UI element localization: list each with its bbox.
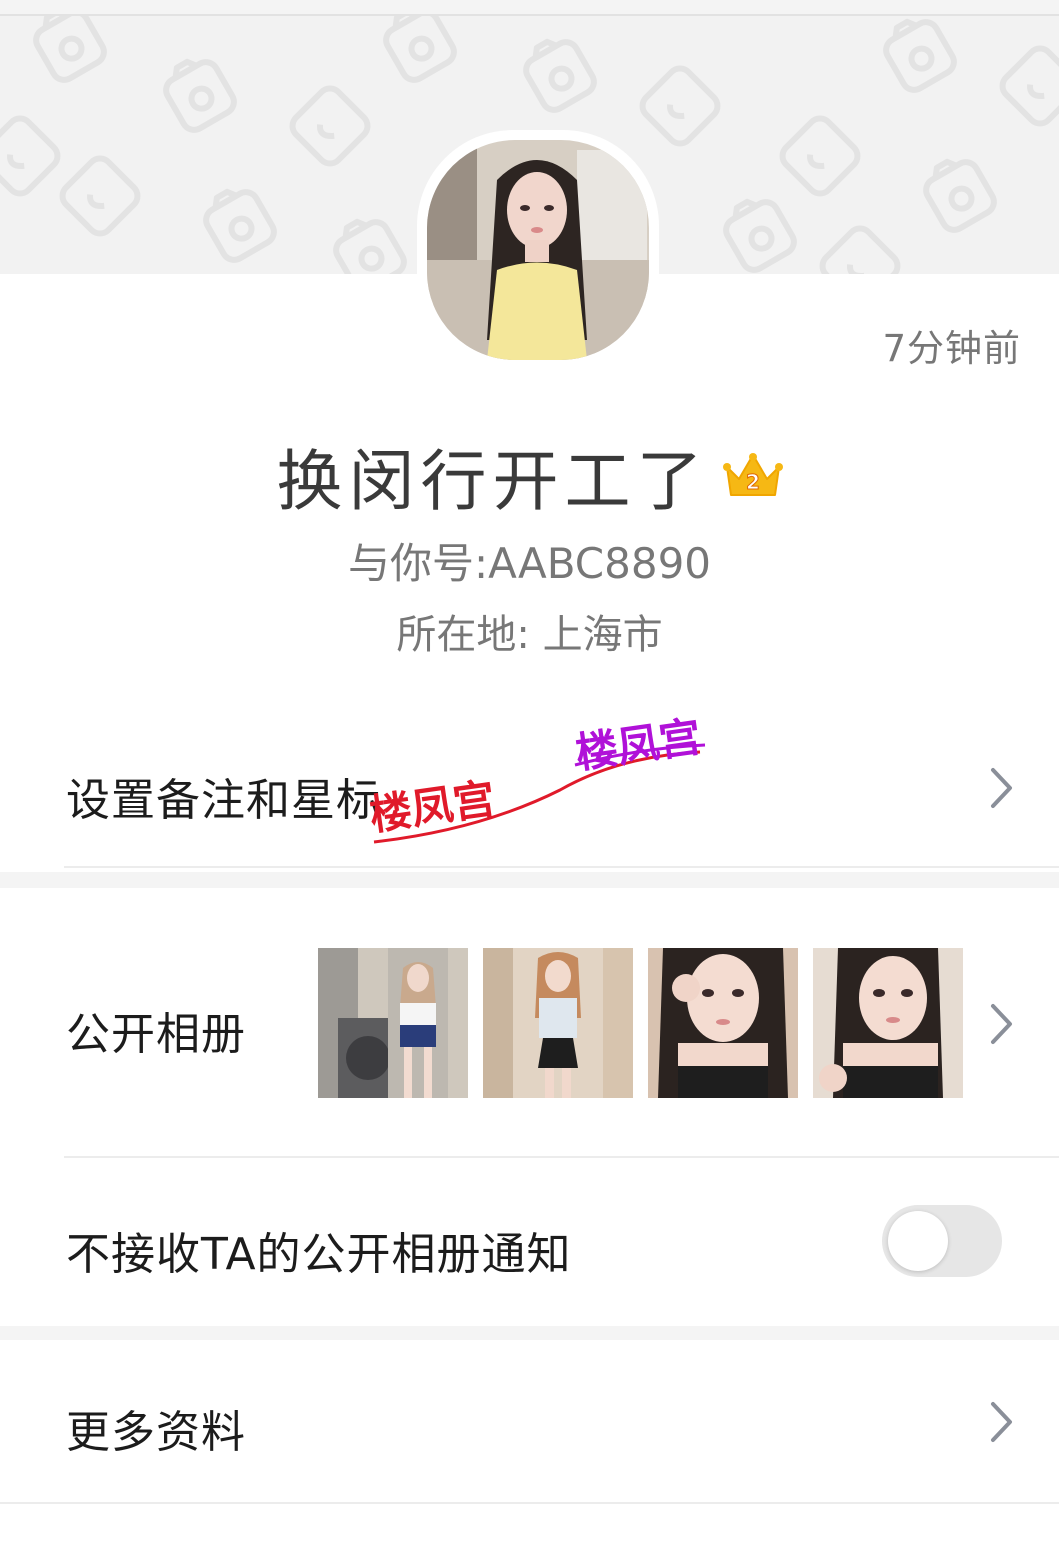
album-photo-3[interactable]: [648, 948, 798, 1098]
status-strip: [0, 0, 1059, 16]
watermark-logo: 楼凤宫 楼凤宫: [367, 712, 706, 844]
more-info-label: 更多资料: [66, 1407, 246, 1458]
divider: [0, 1502, 1059, 1504]
divider: [64, 1156, 1059, 1158]
mute-album-notify-row: 不接收TA的公开相册通知: [0, 1160, 1059, 1326]
album-photo-1[interactable]: [318, 948, 468, 1098]
watermark-text: 楼凤宫: [573, 712, 705, 778]
album-photo-2[interactable]: [483, 948, 633, 1098]
more-info-row[interactable]: 更多资料: [0, 1340, 1059, 1504]
section-gap: [0, 872, 1059, 888]
public-album-label: 公开相册: [66, 1009, 246, 1060]
watermark-text: 楼凤宫: [367, 774, 499, 840]
mute-album-notify-toggle[interactable]: [882, 1205, 1002, 1277]
toggle-knob: [888, 1211, 948, 1271]
chevron-right-icon: [991, 768, 1012, 808]
nickname-row: 换闵行开工了 2: [0, 428, 1059, 520]
nickname: 换闵行开工了: [276, 443, 709, 520]
avatar-image[interactable]: [427, 140, 649, 360]
user-location: 所在地: 上海市: [396, 612, 663, 658]
album-photo-4[interactable]: [813, 948, 963, 1098]
public-album-row[interactable]: 公开相册: [0, 888, 1059, 1158]
mute-album-notify-label: 不接收TA的公开相册通知: [66, 1229, 572, 1280]
last-seen-time: 7分钟前: [882, 327, 1021, 370]
crown-badge-icon[interactable]: 2: [722, 451, 783, 501]
avatar[interactable]: [417, 130, 659, 368]
chevron-right-icon: [991, 1402, 1012, 1442]
crown-level: 2: [746, 470, 760, 494]
divider: [64, 866, 1059, 868]
chevron-right-icon: [991, 1004, 1012, 1044]
set-remark-label: 设置备注和星标: [66, 775, 381, 826]
user-id: 与你号:AABC8890: [347, 539, 712, 588]
section-gap: [0, 1326, 1059, 1340]
